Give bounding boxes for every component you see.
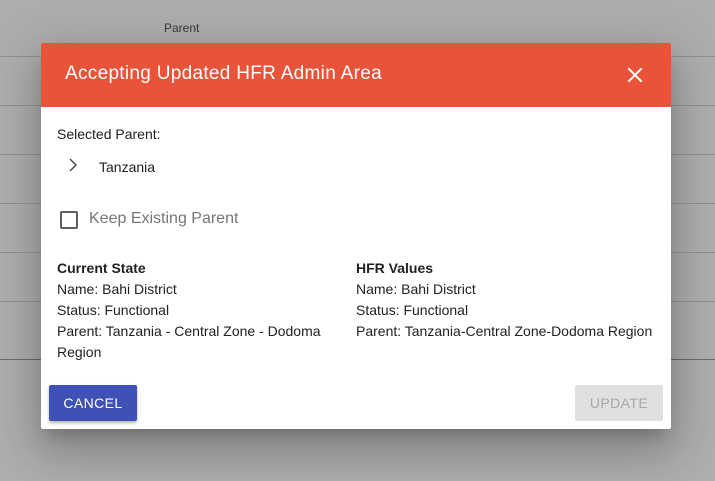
hfr-values-status: Status: Functional	[356, 302, 469, 318]
hfr-values-heading: HFR Values	[356, 260, 434, 276]
current-state-status: Status: Functional	[57, 302, 170, 318]
hfr-values-name: Name: Bahi District	[356, 281, 476, 297]
selected-parent-label: Selected Parent:	[57, 126, 161, 142]
hfr-values-panel: HFR Values Name: Bahi District Status: F…	[356, 258, 656, 342]
cancel-button[interactable]: Cancel	[49, 385, 137, 421]
update-button[interactable]: Update	[575, 385, 663, 421]
tree-node-tanzania[interactable]: Tanzania	[57, 151, 357, 181]
dialog-title: Accepting Updated HFR Admin Area	[65, 63, 382, 84]
current-state-heading: Current State	[57, 260, 146, 276]
current-state-name: Name: Bahi District	[57, 281, 177, 297]
close-icon	[627, 67, 643, 83]
close-button[interactable]	[621, 61, 649, 89]
hfr-values-parent: Parent: Tanzania-Central Zone-Dodoma Reg…	[356, 323, 653, 339]
keep-existing-parent-label[interactable]: Keep Existing Parent	[89, 210, 238, 228]
dialog-header: Accepting Updated HFR Admin Area	[41, 43, 671, 107]
chevron-right-icon[interactable]	[65, 157, 81, 173]
current-state-parent: Parent: Tanzania - Central Zone - Dodoma…	[57, 323, 321, 360]
tree-node-label[interactable]: Tanzania	[99, 159, 155, 175]
current-state-panel: Current State Name: Bahi District Status…	[57, 258, 337, 363]
admin-area-dialog: Accepting Updated HFR Admin Area Selecte…	[41, 43, 671, 429]
checkbox-icon[interactable]	[60, 211, 78, 229]
